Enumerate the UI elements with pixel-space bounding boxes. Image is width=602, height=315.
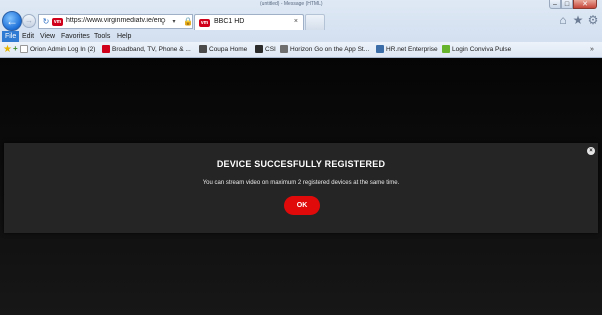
- maximize-button[interactable]: □: [561, 0, 573, 9]
- favorite-item[interactable]: Login Conviva Pulse: [442, 44, 511, 56]
- back-button[interactable]: ←: [2, 11, 22, 31]
- tab-favicon-icon: vm: [199, 19, 210, 27]
- window-title: (untitled) - Message (HTML): [260, 1, 323, 7]
- close-window-button[interactable]: ✕: [573, 0, 597, 9]
- lock-icon[interactable]: 🔒: [183, 18, 193, 26]
- favorite-item[interactable]: Orion Admin Log In (2): [20, 44, 95, 56]
- menu-favorites[interactable]: Favorites: [58, 31, 93, 42]
- favorite-item[interactable]: Broadband, TV, Phone & ...: [102, 44, 191, 56]
- arrow-right-icon: →: [25, 16, 33, 25]
- title-bar: (untitled) - Message (HTML) – □ ✕: [0, 0, 602, 11]
- arrow-left-icon: ←: [6, 14, 18, 28]
- refresh-icon[interactable]: ↻: [42, 18, 50, 26]
- menu-edit[interactable]: Edit: [19, 31, 37, 42]
- favorite-item[interactable]: CSI: [255, 44, 276, 56]
- address-bar[interactable]: ↻ vm https://www.virginmediatv.ie/en ⚲ ▾…: [38, 14, 193, 29]
- new-tab-button[interactable]: [305, 14, 325, 30]
- hr-net-icon: [376, 45, 384, 54]
- chevron-down-icon[interactable]: ▾: [170, 18, 178, 26]
- menu-view[interactable]: View: [37, 31, 58, 42]
- site-favicon-icon: vm: [52, 18, 63, 26]
- menu-file[interactable]: File: [2, 31, 20, 42]
- browser-chrome: (untitled) - Message (HTML) – □ ✕ ← → ↻ …: [0, 0, 602, 58]
- dialog-title: DEVICE SUCCESFULLY REGISTERED: [216, 159, 386, 169]
- url-input[interactable]: https://www.virginmediatv.ie/en: [66, 17, 166, 24]
- ok-button[interactable]: OK: [284, 196, 320, 215]
- menu-help[interactable]: Help: [114, 31, 134, 42]
- favorites-star-icon[interactable]: ★: [571, 13, 585, 27]
- favorites-overflow-chevron-icon[interactable]: »: [590, 44, 594, 56]
- minimize-button[interactable]: –: [549, 0, 561, 9]
- csi-icon: [255, 45, 263, 54]
- home-icon[interactable]: ⌂: [556, 13, 570, 27]
- coupa-icon: [199, 45, 207, 54]
- favorite-item[interactable]: HR.net Enterprise: [376, 44, 438, 56]
- favorites-star-icon[interactable]: ★: [3, 44, 12, 55]
- dialog-message: You can stream video on maximum 2 regist…: [202, 180, 400, 186]
- gear-icon[interactable]: ⚙: [586, 13, 600, 27]
- search-icon[interactable]: ⚲: [159, 18, 167, 26]
- add-favorite-icon[interactable]: +: [13, 45, 18, 53]
- virgin-media-icon: [102, 45, 110, 54]
- close-icon[interactable]: ×: [587, 147, 595, 155]
- favorite-item[interactable]: Horizon Go on the App St...: [280, 44, 369, 56]
- favorites-bar: ★ + Orion Admin Log In (2) Broadband, TV…: [0, 42, 602, 58]
- orion-icon: [20, 45, 28, 54]
- favorite-item[interactable]: Coupa Home: [199, 44, 247, 56]
- menu-tools[interactable]: Tools: [91, 31, 113, 42]
- conviva-icon: [442, 45, 450, 54]
- menu-bar: File Edit View Favorites Tools Help: [0, 31, 602, 42]
- close-tab-icon[interactable]: ×: [294, 18, 298, 25]
- tab-bbc1-hd[interactable]: vm BBC1 HD ×: [194, 14, 304, 30]
- horizon-go-icon: [280, 45, 288, 54]
- registration-dialog: × DEVICE SUCCESFULLY REGISTERED You can …: [4, 143, 598, 233]
- forward-button[interactable]: →: [22, 14, 36, 28]
- tab-label: BBC1 HD: [214, 18, 245, 25]
